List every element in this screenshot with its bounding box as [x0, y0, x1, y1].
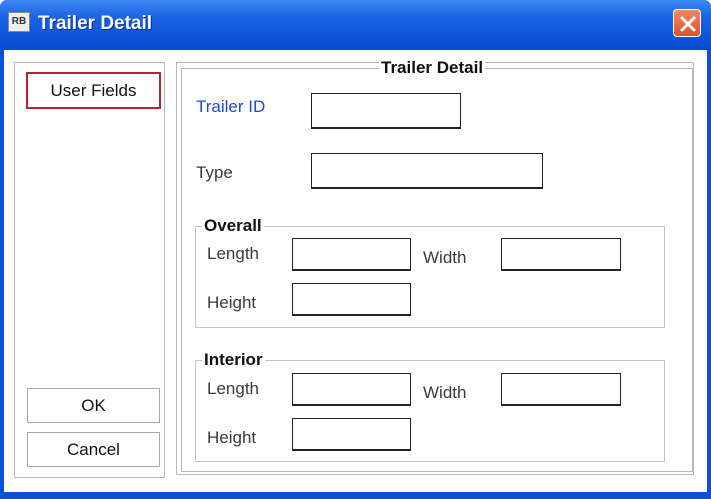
- user-fields-button[interactable]: User Fields: [26, 72, 161, 109]
- trailer-id-field[interactable]: [311, 93, 461, 129]
- interior-width-label: Width: [423, 383, 467, 402]
- interior-length-field[interactable]: [292, 373, 411, 406]
- trailer-detail-legend: Trailer Detail: [379, 58, 486, 78]
- type-field[interactable]: [311, 153, 543, 189]
- overall-height-label: Height: [207, 293, 257, 312]
- interior-height-field[interactable]: [292, 418, 411, 451]
- overall-legend: Overall: [202, 216, 264, 236]
- ok-button[interactable]: OK: [27, 388, 160, 423]
- close-button[interactable]: [673, 9, 701, 37]
- overall-width-label: Width: [423, 248, 467, 267]
- close-icon: [680, 16, 696, 32]
- trailer-id-label: Trailer ID: [196, 97, 266, 116]
- app-icon: RB: [8, 12, 30, 32]
- cancel-button[interactable]: Cancel: [27, 432, 160, 467]
- overall-length-field[interactable]: [292, 238, 411, 271]
- overall-width-field[interactable]: [501, 238, 621, 271]
- overall-height-field[interactable]: [292, 283, 411, 316]
- interior-width-field[interactable]: [501, 373, 621, 406]
- interior-legend: Interior: [202, 350, 265, 370]
- window-title: Trailer Detail: [38, 13, 153, 34]
- overall-length-label: Length: [207, 244, 259, 263]
- interior-height-label: Height: [207, 428, 257, 447]
- type-label: Type: [196, 163, 233, 182]
- title-bar[interactable]: RB Trailer Detail: [0, 0, 711, 50]
- interior-length-label: Length: [207, 379, 259, 398]
